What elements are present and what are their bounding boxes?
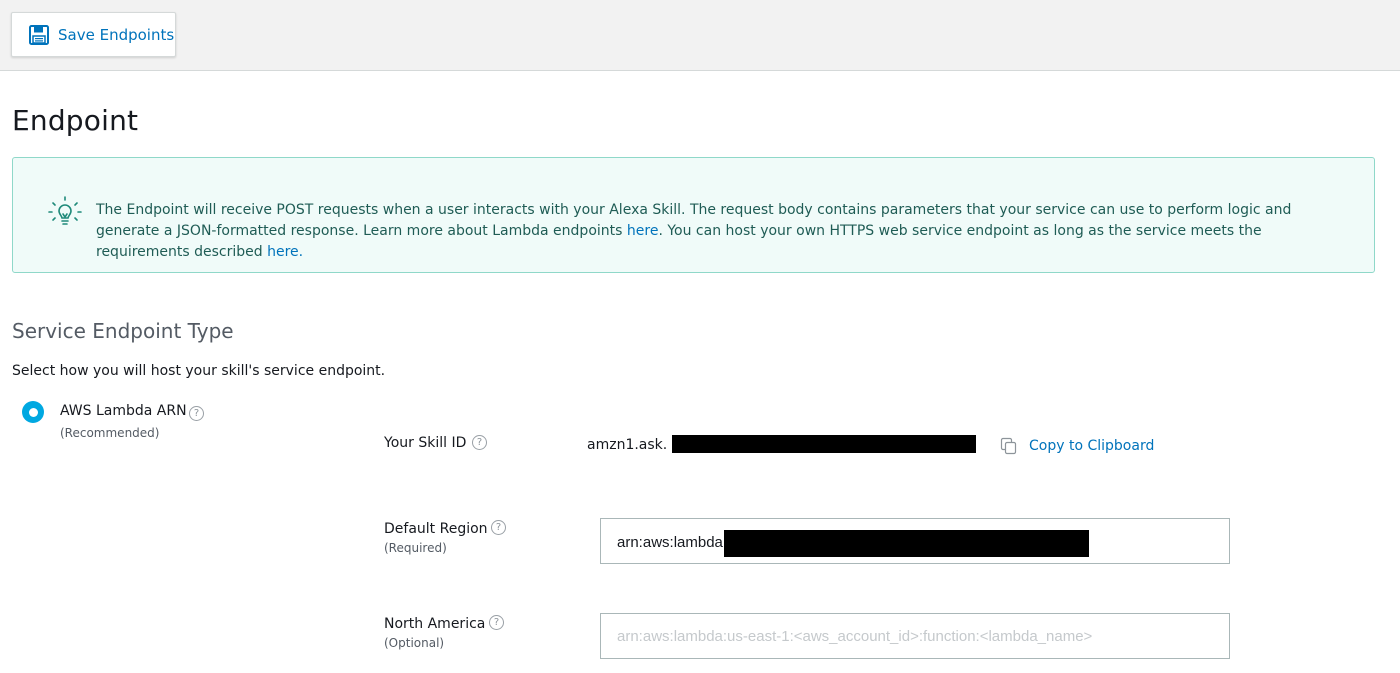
copy-to-clipboard-label: Copy to Clipboard bbox=[1029, 438, 1155, 454]
redacted-block bbox=[724, 530, 1089, 557]
north-america-label: North America bbox=[384, 616, 486, 632]
section-description: Select how you will host your skill's se… bbox=[12, 363, 386, 379]
default-region-label: Default Region bbox=[384, 521, 488, 537]
copy-to-clipboard-button[interactable]: Copy to Clipboard bbox=[1000, 435, 1154, 457]
floppy-disk-icon bbox=[28, 24, 50, 46]
recommended-label: (Recommended) bbox=[60, 426, 160, 440]
save-endpoints-button[interactable]: Save Endpoints bbox=[11, 12, 176, 57]
skill-id-label: Your Skill ID bbox=[384, 435, 467, 451]
help-icon[interactable]: ? bbox=[189, 406, 204, 421]
aws-lambda-arn-radio[interactable] bbox=[22, 401, 44, 423]
optional-label: (Optional) bbox=[384, 636, 445, 650]
lightbulb-icon bbox=[45, 193, 85, 233]
copy-icon bbox=[1000, 437, 1018, 455]
page-title: Endpoint bbox=[12, 104, 139, 137]
section-title: Service Endpoint Type bbox=[12, 319, 234, 343]
help-icon[interactable]: ? bbox=[489, 615, 504, 630]
toolbar: Save Endpoints bbox=[0, 0, 1400, 71]
lambda-endpoints-link[interactable]: here bbox=[627, 223, 659, 239]
radio-selected-dot bbox=[28, 407, 38, 417]
info-banner: The Endpoint will receive POST requests … bbox=[12, 157, 1375, 273]
redacted-block bbox=[672, 435, 976, 453]
skill-id-value: amzn1.ask. bbox=[587, 437, 668, 453]
help-icon[interactable]: ? bbox=[472, 435, 487, 450]
aws-lambda-arn-label: AWS Lambda ARN bbox=[60, 403, 187, 419]
requirements-link[interactable]: here. bbox=[267, 244, 303, 260]
save-endpoints-label: Save Endpoints bbox=[58, 25, 175, 44]
info-text: The Endpoint will receive POST requests … bbox=[96, 200, 1358, 263]
north-america-input[interactable] bbox=[600, 613, 1230, 659]
required-label: (Required) bbox=[384, 541, 447, 555]
help-icon[interactable]: ? bbox=[491, 520, 506, 535]
